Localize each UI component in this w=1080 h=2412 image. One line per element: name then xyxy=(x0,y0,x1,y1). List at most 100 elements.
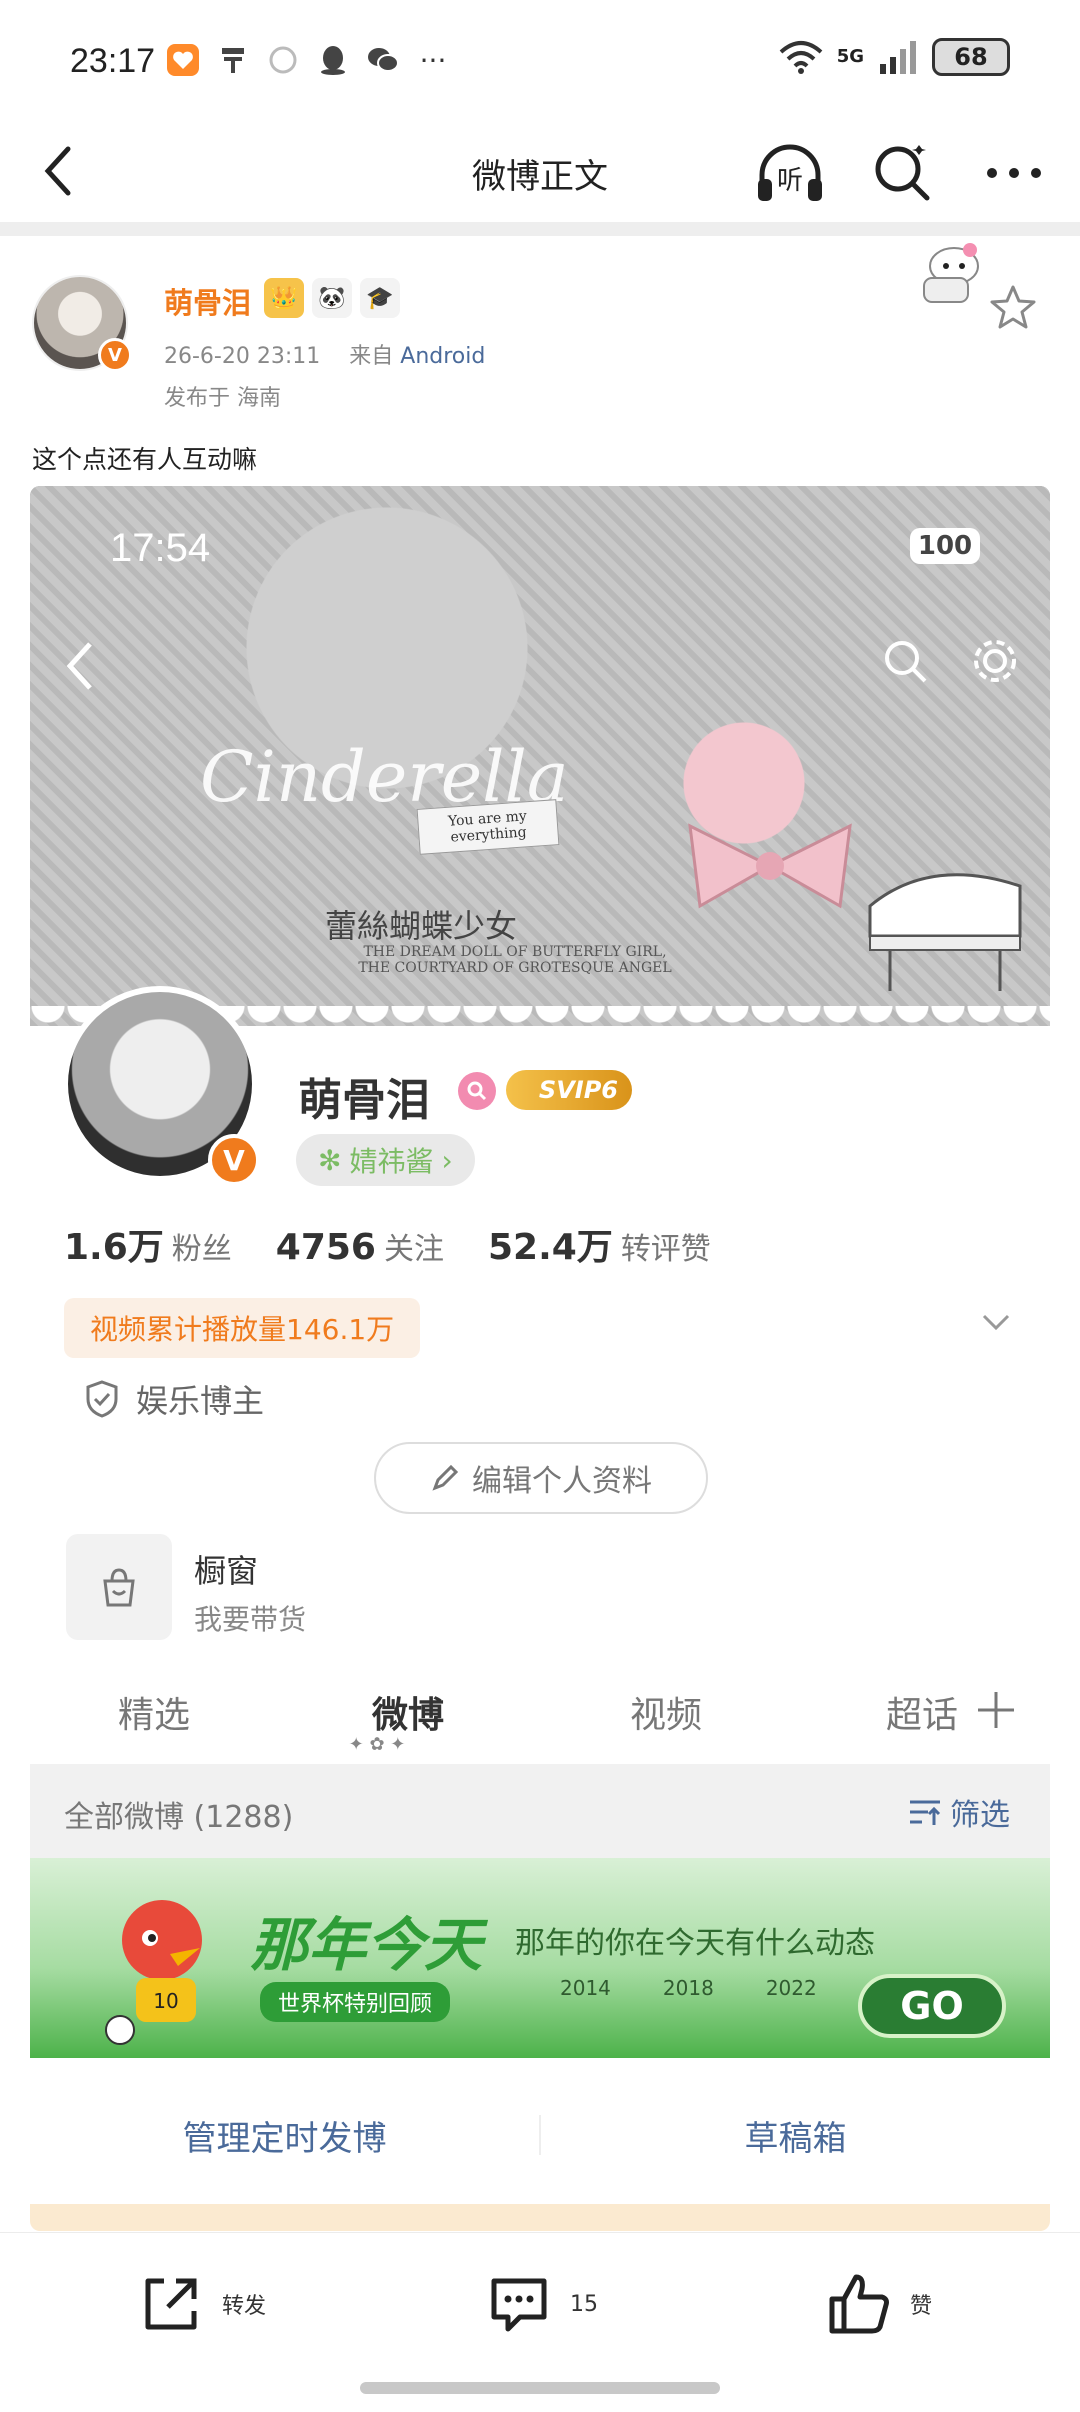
favorite-star-icon[interactable] xyxy=(988,283,1038,333)
verified-badge-icon: V xyxy=(98,338,132,372)
mascot-icon: 10 xyxy=(105,1900,202,2045)
stat-following-number: 4756 xyxy=(275,1227,376,1268)
nav-bar: 微博正文 听 xyxy=(0,125,1080,225)
svg-text:10: 10 xyxy=(153,1989,178,2013)
ad-year: 2014 xyxy=(560,1976,611,2000)
image-battery: 100 xyxy=(910,528,980,564)
more-button[interactable] xyxy=(978,141,1050,205)
ad-year: 2018 xyxy=(662,1976,714,2000)
stat-engagement: 52.4万 转评赞 xyxy=(488,1218,711,1270)
system-status: 5G 68 xyxy=(779,38,1010,76)
pink-bow-icon xyxy=(688,823,852,909)
post-text: 这个点还有人互动嘛 xyxy=(32,445,258,474)
pencil-icon xyxy=(432,1464,459,1491)
comment-button[interactable]: 15 xyxy=(486,2271,598,2337)
tab-weibo: 微博 xyxy=(372,1695,445,1736)
certification-label: 娱乐博主 xyxy=(136,1382,265,1420)
repost-label: 转发 xyxy=(222,2294,267,2319)
share-icon xyxy=(145,2278,197,2330)
battery-indicator: 68 xyxy=(932,38,1010,76)
ad-title: 那年今天 xyxy=(250,1911,483,1979)
notification-icons: ··· xyxy=(165,42,451,78)
app-notification-icon xyxy=(165,42,201,78)
piano-icon xyxy=(868,873,1022,991)
filter-button: 筛选 xyxy=(908,1790,1010,1834)
banner-note: You are my everything xyxy=(416,799,560,855)
chevron-right-icon: › xyxy=(441,1143,453,1177)
ad-years: 2014 2018 2022 xyxy=(560,1976,817,2000)
ad-subtitle: 那年的你在今天有什么动态 xyxy=(515,1926,875,1961)
profile-name: 萌骨泪 xyxy=(298,1075,430,1126)
drafts-button: 草稿箱 xyxy=(744,2118,847,2159)
status-time: 23:17 xyxy=(70,42,156,80)
shop-bag-icon xyxy=(66,1534,172,1640)
listen-label: 听 xyxy=(777,166,803,196)
post-meta: 26-6-20 23:11 来自 Android xyxy=(164,338,485,370)
video-plays-badge: 视频累计播放量146.1万 xyxy=(64,1298,421,1358)
status-bar: 23:17 ··· 5G 68 xyxy=(0,0,1080,125)
banner-title: 蕾絲蝴蝶少女 xyxy=(325,907,518,945)
edit-profile-label: 编辑个人资料 xyxy=(472,1464,652,1499)
edit-profile-button: 编辑个人资料 xyxy=(374,1442,708,1514)
certification-row: 娱乐博主 xyxy=(84,1376,264,1422)
post-date: 26-6-20 23:11 xyxy=(164,344,321,369)
filter-icon xyxy=(910,1800,941,1825)
image-settings-icon xyxy=(974,640,1016,682)
profile-actions: 管理定时发博 草稿箱 xyxy=(30,2084,1050,2186)
profile-tabs: 精选 微博 视频 超话 xyxy=(30,1676,1050,1756)
tab-featured: 精选 xyxy=(118,1695,191,1736)
shield-check-icon xyxy=(86,1380,118,1418)
network-label: 5G xyxy=(836,46,864,67)
qq-icon xyxy=(315,42,351,78)
signal-icon xyxy=(880,41,916,74)
list-header: 全部微博 (1288) 筛选 xyxy=(30,1764,1050,1858)
filter-label: 筛选 xyxy=(950,1798,1010,1833)
image-back-arrow-icon xyxy=(66,642,92,690)
repost-button[interactable]: 转发 xyxy=(138,2271,266,2337)
crown-badge-icon[interactable]: 👑 xyxy=(264,278,304,318)
banner-subtitle: THE DREAM DOLL OF BUTTERFLY GIRL, THE CO… xyxy=(358,944,672,976)
profile-stats: 1.6万 粉丝 4756 关注 52.4万 转评赞 xyxy=(64,1218,711,1270)
profile-search-badge-icon xyxy=(458,1072,496,1110)
stat-fans-number: 1.6万 xyxy=(64,1227,164,1268)
ad-year: 2022 xyxy=(765,1976,817,2000)
search-icon xyxy=(875,145,930,201)
add-tab-icon xyxy=(978,1692,1014,1728)
comment-count: 15 xyxy=(570,2291,598,2317)
news-icon xyxy=(215,42,251,78)
more-notifications-icon: ··· xyxy=(419,43,447,77)
shop-subtitle: 我要带货 xyxy=(194,1603,307,1636)
wifi-icon xyxy=(779,41,823,74)
image-top-actions xyxy=(880,636,1020,686)
next-card-peek xyxy=(30,2204,1050,2231)
home-indicator[interactable] xyxy=(360,2382,720,2394)
nav-actions: 听 xyxy=(754,141,1050,205)
battery-level: 68 xyxy=(954,43,988,71)
tab-super-topic: 超话 xyxy=(886,1695,958,1736)
like-button[interactable]: 赞 xyxy=(826,2271,932,2337)
weibo-small-icon xyxy=(265,42,301,78)
stat-following-label: 关注 xyxy=(383,1232,444,1267)
profile-verified-icon: V xyxy=(208,1134,260,1186)
stat-fans-label: 粉丝 xyxy=(171,1232,232,1267)
active-tab-decoration: ✦ ✿ ✦ xyxy=(348,1734,406,1755)
tab-video: 视频 xyxy=(630,1695,703,1736)
graduation-cap-badge-icon[interactable]: 🎓 xyxy=(360,278,400,318)
author-badges: 👑 🐼 🎓 xyxy=(264,278,400,318)
thumbs-up-icon xyxy=(829,2274,889,2334)
panda-badge-icon[interactable]: 🐼 xyxy=(312,278,352,318)
network-type: 5G xyxy=(837,48,864,66)
ad-pill: 世界杯特别回顾 xyxy=(260,1982,451,2022)
wechat-icon xyxy=(365,42,401,78)
hello-kitty-sticker-icon xyxy=(923,243,979,303)
source-prefix: 来自 xyxy=(349,344,394,369)
comment-icon xyxy=(491,2278,547,2332)
post-location: 发布于 海南 xyxy=(164,386,281,411)
image-status-time: 17:54 xyxy=(110,526,211,570)
shop-title: 橱窗 xyxy=(194,1552,259,1590)
author-name[interactable]: 萌骨泪 xyxy=(164,280,251,322)
post-source[interactable]: Android xyxy=(400,344,485,369)
post-image[interactable]: 17:54 100 Cinderella You are my everythi… xyxy=(30,486,1050,2231)
listen-button[interactable]: 听 xyxy=(754,141,826,205)
search-button[interactable] xyxy=(866,141,938,205)
